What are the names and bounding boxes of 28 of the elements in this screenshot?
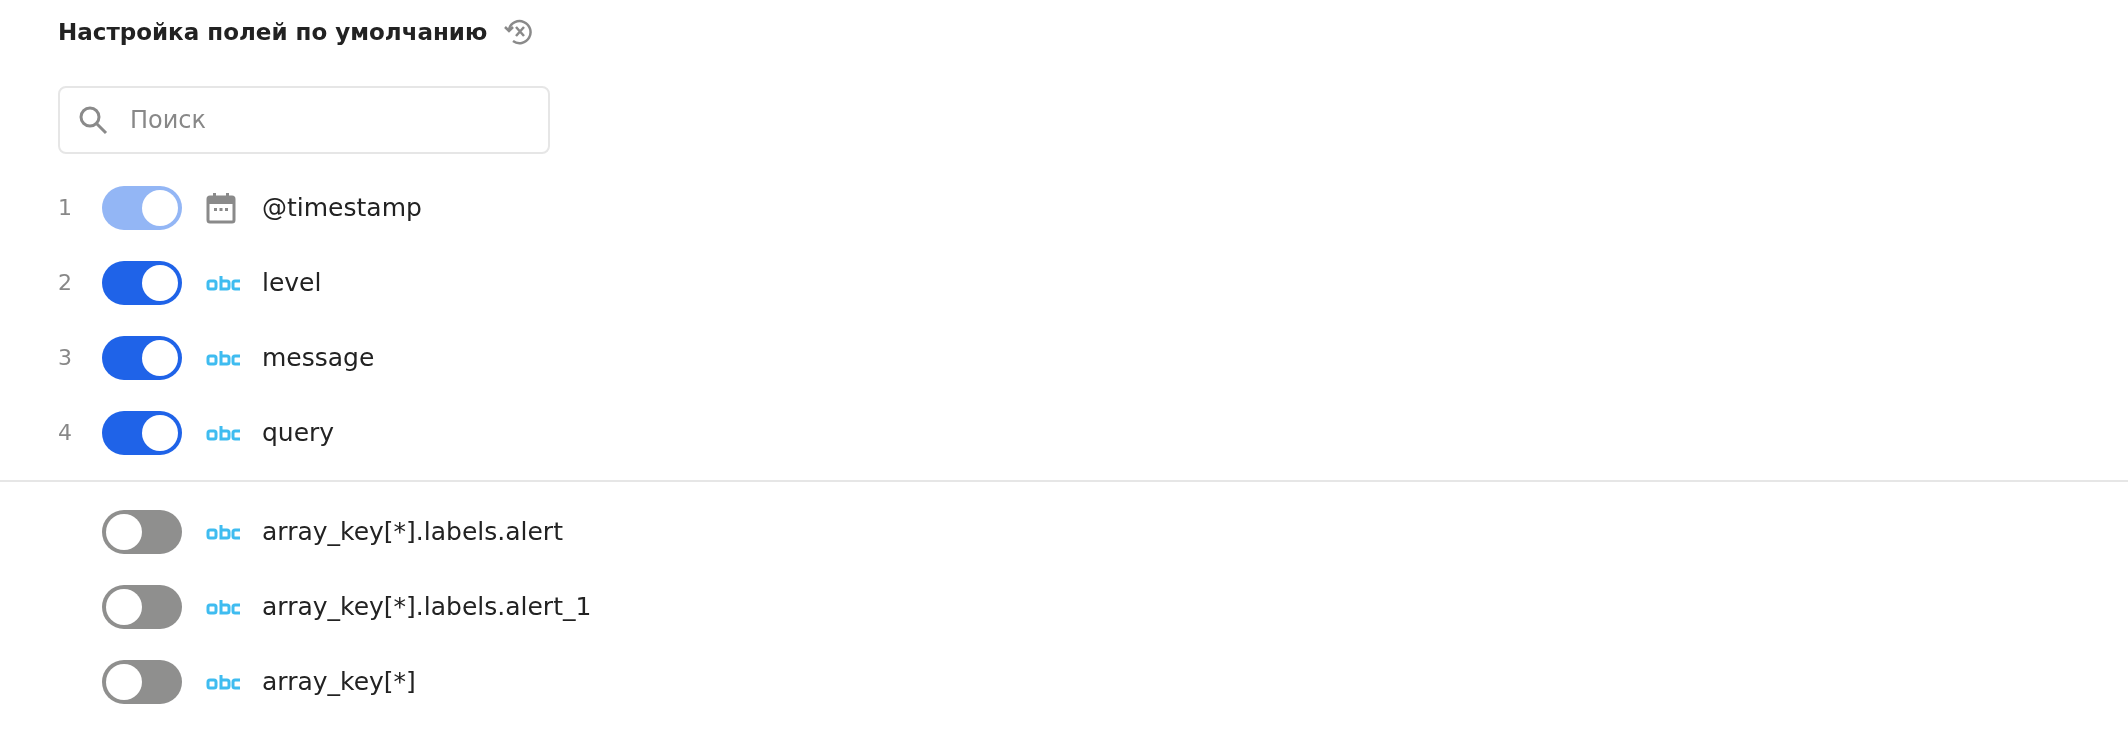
row-number: 3 bbox=[58, 345, 73, 370]
string-type-icon bbox=[206, 598, 242, 615]
search-icon bbox=[78, 105, 108, 135]
toggle-switch[interactable] bbox=[102, 659, 182, 704]
toggle-switch[interactable] bbox=[102, 509, 182, 554]
row-number: 4 bbox=[58, 420, 73, 445]
field-name: query bbox=[262, 418, 335, 447]
toggle-switch[interactable] bbox=[102, 410, 182, 455]
string-type-icon bbox=[206, 673, 242, 690]
row-number: 2 bbox=[58, 270, 73, 295]
string-type-icon bbox=[206, 349, 242, 366]
field-name: array_key[*].labels.alert_1 bbox=[262, 592, 592, 621]
field-name: array_key[*] bbox=[262, 667, 416, 696]
reset-icon[interactable] bbox=[503, 17, 534, 47]
search-box[interactable]: Поиск bbox=[58, 86, 550, 154]
toggle-switch[interactable] bbox=[102, 335, 182, 380]
calendar-icon bbox=[206, 191, 236, 224]
toggle-switch[interactable] bbox=[102, 584, 182, 629]
string-type-icon bbox=[206, 523, 242, 540]
toggle-switch[interactable] bbox=[102, 260, 182, 305]
field-name: @timestamp bbox=[262, 193, 422, 222]
field-name: array_key[*].labels.alert bbox=[262, 517, 563, 546]
string-type-icon bbox=[206, 274, 242, 291]
field-name: message bbox=[262, 343, 375, 372]
section-title: Настройка полей по умолчанию bbox=[58, 19, 488, 45]
row-number: 1 bbox=[58, 195, 73, 220]
string-type-icon bbox=[206, 424, 242, 441]
field-name: level bbox=[262, 268, 322, 297]
